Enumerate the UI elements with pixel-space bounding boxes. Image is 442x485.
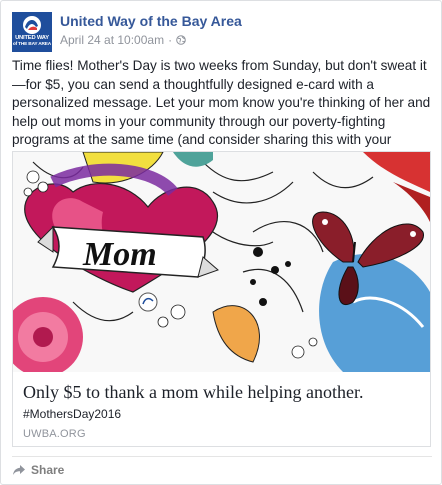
logo-line-1: UNITED WAY bbox=[15, 35, 49, 41]
share-arrow-icon bbox=[13, 465, 25, 475]
share-button[interactable]: Share bbox=[12, 463, 64, 477]
post-header: UNITED WAY of THE BAY AREA United Way of… bbox=[12, 12, 432, 52]
post-meta: April 24 at 10:00am · bbox=[60, 33, 186, 47]
link-preview-card[interactable]: Mom Only $5 to thank a mom while helping… bbox=[12, 151, 431, 447]
page-name-link[interactable]: United Way of the Bay Area bbox=[60, 13, 242, 29]
globe-icon[interactable] bbox=[176, 35, 186, 45]
card-title[interactable]: Only $5 to thank a mom while helping ano… bbox=[23, 382, 363, 403]
logo-line-2: of THE BAY AREA bbox=[12, 41, 52, 47]
hand-icon bbox=[23, 16, 41, 34]
timestamp-link[interactable]: April 24 at 10:00am bbox=[60, 33, 164, 47]
united-way-logo[interactable]: UNITED WAY of THE BAY AREA bbox=[12, 12, 52, 52]
mom-banner-text: Mom bbox=[82, 236, 157, 273]
meta-separator: · bbox=[168, 33, 173, 47]
share-label: Share bbox=[31, 463, 65, 477]
mothers-day-illustration: Mom bbox=[13, 152, 430, 372]
facebook-post: UNITED WAY of THE BAY AREA United Way of… bbox=[0, 0, 442, 485]
card-image[interactable]: Mom bbox=[13, 152, 430, 372]
card-hashtag[interactable]: #MothersDay2016 bbox=[23, 407, 121, 421]
card-domain: UWBA.ORG bbox=[23, 428, 86, 440]
action-divider bbox=[12, 456, 432, 457]
